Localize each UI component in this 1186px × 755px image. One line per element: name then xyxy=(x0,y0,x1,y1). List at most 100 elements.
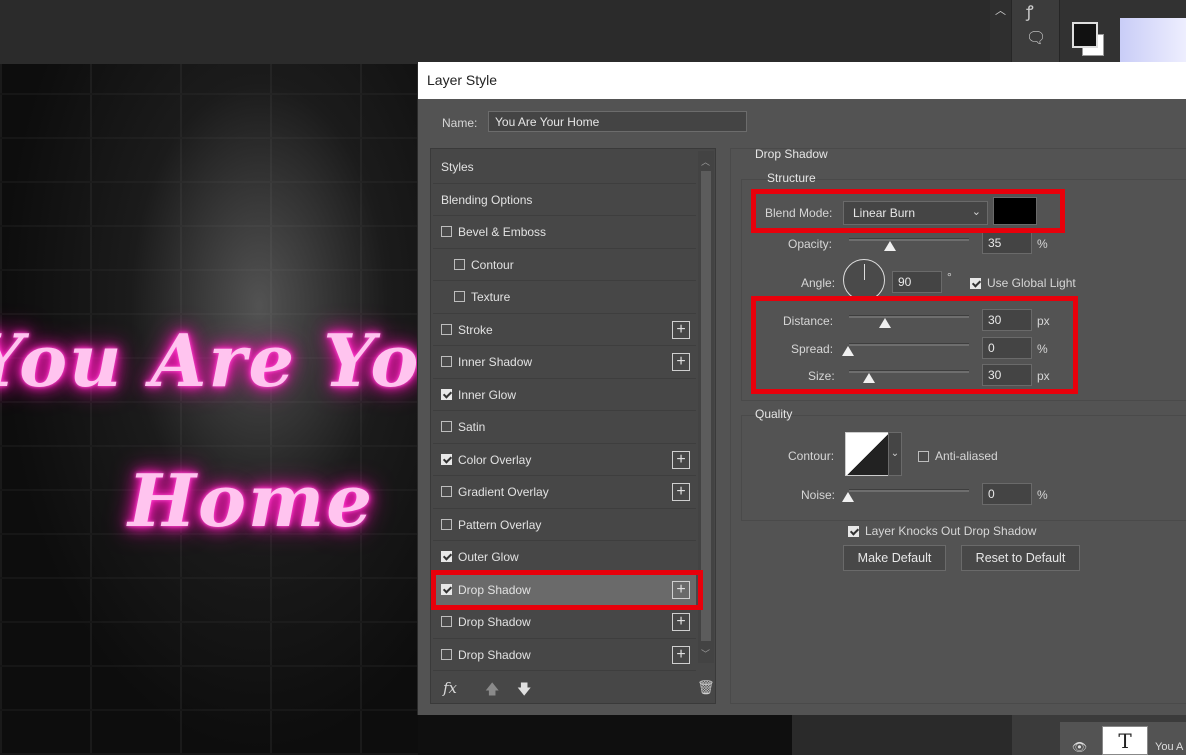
add-effect-plus-icon[interactable]: + xyxy=(672,613,690,631)
add-effect-plus-icon[interactable]: + xyxy=(672,320,690,339)
contour-preview[interactable] xyxy=(845,432,891,476)
opacity-slider[interactable] xyxy=(849,238,969,241)
move-down-icon[interactable]: 🡇 xyxy=(517,679,531,703)
style-checkbox[interactable] xyxy=(441,226,452,237)
opacity-label: Opacity: xyxy=(788,237,833,251)
style-item[interactable]: Satin xyxy=(433,411,696,444)
drop-shadow-title: Drop Shadow xyxy=(755,147,828,161)
style-checkbox[interactable] xyxy=(441,453,452,465)
add-effect-plus-icon[interactable]: + xyxy=(672,483,690,501)
style-item-label: Pattern Overlay xyxy=(458,517,542,532)
comment-icon[interactable]: 🗨 xyxy=(1026,28,1046,48)
collapse-up-icon[interactable]: ︿ xyxy=(995,2,1006,18)
style-item[interactable]: Blending Options xyxy=(433,184,696,216)
style-item[interactable]: Inner Shadow + xyxy=(433,346,696,379)
knockout-checkbox[interactable] xyxy=(848,526,859,537)
style-item-label: Styles xyxy=(441,160,474,174)
style-item-label: Gradient Overlay xyxy=(458,485,549,499)
move-up-icon[interactable]: 🡅 xyxy=(485,679,499,703)
document-canvas[interactable] xyxy=(0,64,418,755)
color-picker-gradient[interactable] xyxy=(1120,18,1186,62)
visibility-eye-icon[interactable]: 👁 xyxy=(1072,740,1087,754)
style-checkbox[interactable] xyxy=(441,356,452,367)
use-global-light-label[interactable]: Use Global Light xyxy=(987,276,1076,290)
style-checkbox[interactable] xyxy=(441,486,452,497)
noise-input[interactable]: 0 xyxy=(982,483,1032,505)
panel-gap xyxy=(792,715,1012,755)
app-top-bar xyxy=(0,0,990,64)
panel-collapse-strip[interactable]: ︿ xyxy=(990,0,1012,62)
style-item[interactable]: Inner Glow xyxy=(433,379,696,411)
style-item[interactable]: Pattern Overlay xyxy=(433,509,696,541)
knockout-label[interactable]: Layer Knocks Out Drop Shadow xyxy=(865,524,1036,538)
style-item[interactable]: Contour xyxy=(433,249,696,281)
neon-text-line2: Home xyxy=(128,458,375,543)
contour-label: Contour: xyxy=(788,449,835,463)
style-item[interactable]: Gradient Overlay + xyxy=(433,476,696,509)
structure-title: Structure xyxy=(767,171,816,185)
style-item-label: Color Overlay xyxy=(458,452,532,467)
style-item[interactable]: Drop Shadow + xyxy=(433,639,696,671)
history-icon[interactable]: ꝭ xyxy=(1026,0,1034,22)
make-default-button[interactable]: Make Default xyxy=(843,545,946,571)
add-effect-plus-icon[interactable]: + xyxy=(672,450,690,469)
layer-name-input[interactable]: You Are Your Home xyxy=(488,111,747,132)
quality-title: Quality xyxy=(755,407,793,421)
style-checkbox[interactable] xyxy=(441,551,452,562)
style-item-label: Blending Options xyxy=(441,192,533,207)
style-item[interactable]: Outer Glow xyxy=(433,541,696,574)
styles-list-panel: Styles Blending Options Bevel & Emboss Cont… xyxy=(430,148,716,704)
angle-label: Angle: xyxy=(801,276,836,290)
style-checkbox[interactable] xyxy=(441,421,452,432)
noise-slider[interactable] xyxy=(849,489,969,492)
style-item[interactable]: Texture xyxy=(433,281,696,314)
style-item-label: Stroke xyxy=(458,322,493,337)
style-item-label: Bevel & Emboss xyxy=(458,225,547,239)
style-item[interactable]: Drop Shadow + xyxy=(433,606,696,639)
angle-input[interactable]: 90 xyxy=(892,271,942,293)
style-item-label: Satin xyxy=(458,420,486,434)
add-effect-plus-icon[interactable]: + xyxy=(672,353,690,371)
style-item-label: Inner Glow xyxy=(458,387,517,402)
style-checkbox[interactable] xyxy=(441,323,452,335)
style-item[interactable]: Styles xyxy=(433,151,696,184)
opacity-unit: % xyxy=(1037,237,1048,251)
opacity-slider-handle[interactable] xyxy=(884,241,896,251)
scroll-down-icon[interactable]: ﹀ xyxy=(701,647,710,660)
style-item-label: Contour xyxy=(471,257,514,272)
dialog-title: Layer Style xyxy=(418,62,1186,99)
contour-dropdown-icon[interactable]: ⌄ xyxy=(888,432,902,476)
style-checkbox[interactable] xyxy=(441,518,452,530)
style-checkbox[interactable] xyxy=(441,648,452,660)
angle-dial[interactable] xyxy=(843,259,885,301)
style-item[interactable]: Stroke + xyxy=(433,314,696,346)
reset-to-default-button[interactable]: Reset to Default xyxy=(961,545,1080,571)
color-panel xyxy=(1060,0,1186,62)
highlight-blend-mode xyxy=(751,189,1065,233)
style-item-label: Texture xyxy=(471,290,511,304)
quality-group xyxy=(741,415,1186,521)
noise-unit: % xyxy=(1037,488,1048,502)
angle-unit: ° xyxy=(947,270,952,284)
foreground-color-swatch[interactable] xyxy=(1072,22,1098,48)
style-checkbox[interactable] xyxy=(454,258,465,270)
use-global-light-checkbox[interactable] xyxy=(970,278,981,289)
style-checkbox[interactable] xyxy=(454,291,465,302)
anti-aliased-label[interactable]: Anti-aliased xyxy=(935,449,998,463)
style-checkbox[interactable] xyxy=(441,388,452,400)
fx-menu-icon[interactable]: fx xyxy=(443,679,457,697)
style-checkbox[interactable] xyxy=(441,616,452,627)
noise-slider-handle[interactable] xyxy=(842,492,854,502)
delete-effect-icon[interactable]: 🗑 xyxy=(697,679,715,696)
style-item[interactable]: Bevel & Emboss xyxy=(433,216,696,249)
add-effect-plus-icon[interactable]: + xyxy=(672,645,690,664)
layer-style-dialog: Layer Style Name: You Are Your Home Styl… xyxy=(417,62,1186,715)
opacity-input[interactable]: 35 xyxy=(982,232,1032,254)
style-item[interactable]: Color Overlay + xyxy=(433,444,696,476)
scroll-up-icon[interactable]: ︿ xyxy=(701,155,710,168)
layer-name[interactable]: You A xyxy=(1155,741,1183,753)
text-layer-thumbnail: T xyxy=(1102,726,1148,755)
panel-icon-strip: ꝭ 🗨 xyxy=(1012,0,1060,62)
anti-aliased-checkbox[interactable] xyxy=(918,451,929,462)
style-item-label: Drop Shadow xyxy=(458,647,531,662)
